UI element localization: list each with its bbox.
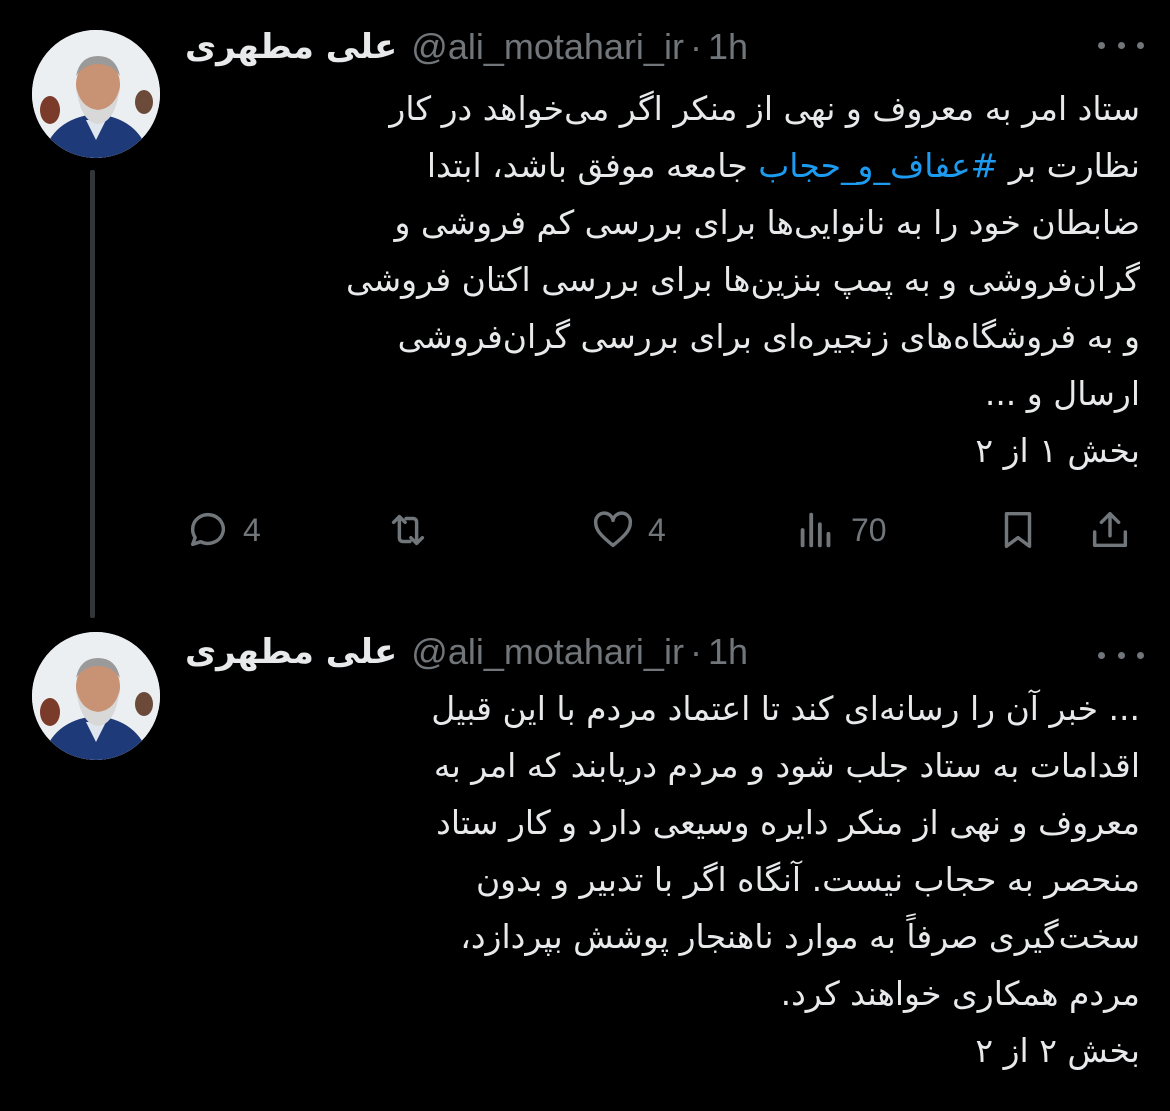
text-line: منحصر به حجاب نیست. آنگاه اگر با تدبیر و… — [475, 860, 1140, 899]
hashtag-link[interactable]: #عفاف_و_حجاب — [758, 146, 998, 185]
text-line: و به فروشگاه‌های زنجیره‌ای برای بررسی گر… — [397, 317, 1140, 356]
more-icon[interactable] — [1098, 640, 1144, 670]
text-line: ارسال و ... — [984, 374, 1140, 413]
repost-icon — [391, 514, 425, 546]
text-line: مردم همکاری خواهند کرد. — [780, 974, 1140, 1013]
author-name[interactable]: علی مطهری — [185, 27, 397, 67]
text-line: بخش ۲ از ۲ — [975, 1031, 1140, 1070]
timestamp[interactable]: 1h — [708, 26, 748, 68]
text-line: نظارت بر #عفاف_و_حجاب جامعه موفق باشد، ا… — [185, 137, 1140, 194]
share-icon — [1092, 511, 1128, 548]
views-icon — [800, 512, 831, 548]
bookmark-icon — [1004, 511, 1032, 549]
like-button[interactable]: 4 — [590, 495, 666, 565]
text-line: سخت‌گیری صرفاً به موارد ناهنجار پوشش بپر… — [460, 917, 1140, 956]
more-icon[interactable] — [1098, 30, 1144, 60]
view-count: 70 — [851, 511, 887, 548]
tweet-header: علی مطهری @ali_motahari_ir · 1h — [185, 25, 1050, 69]
action-bar: 4 4 70 — [185, 495, 1140, 565]
tweet-header: علی مطهری @ali_motahari_ir · 1h — [185, 630, 1050, 674]
text-fragment: نظارت بر — [1008, 146, 1140, 185]
reply-icon — [190, 513, 226, 547]
author-handle[interactable]: @ali_motahari_ir — [411, 26, 684, 68]
text-fragment: جامعه موفق باشد، ابتدا — [426, 146, 748, 185]
tweet-text: ... خبر آن را رسانه‌ای کند تا اعتماد مرد… — [185, 680, 1140, 1079]
bookmark-button[interactable] — [995, 495, 1041, 565]
like-icon — [593, 511, 633, 548]
avatar[interactable] — [32, 30, 160, 158]
reply-button[interactable]: 4 — [185, 495, 261, 565]
share-button[interactable] — [1087, 495, 1133, 565]
author-handle[interactable]: @ali_motahari_ir — [411, 631, 684, 673]
separator-dot: · — [689, 631, 702, 672]
text-line: ستاد امر به معروف و نهی از منکر اگر می‌خ… — [389, 89, 1140, 128]
tweet-text: ستاد امر به معروف و نهی از منکر اگر می‌خ… — [185, 80, 1140, 479]
text-line: ضابطان خود را به نانوایی‌ها برای بررسی ک… — [394, 203, 1141, 242]
avatar[interactable] — [32, 632, 160, 760]
reply-count: 4 — [243, 511, 261, 548]
repost-button[interactable] — [385, 495, 443, 565]
separator-dot: · — [689, 26, 702, 67]
text-line: ... خبر آن را رسانه‌ای کند تا اعتماد مرد… — [431, 689, 1140, 728]
text-line: معروف و نهی از منکر دایره وسیعی دارد و ک… — [436, 803, 1140, 842]
like-count: 4 — [648, 511, 666, 548]
text-line: اقدامات به ستاد جلب شود و مردم دریابند ک… — [433, 746, 1140, 785]
views-button[interactable]: 70 — [793, 495, 887, 565]
timestamp[interactable]: 1h — [708, 631, 748, 673]
tweet[interactable]: علی مطهری @ali_motahari_ir · 1h ستاد امر… — [0, 0, 1170, 618]
text-line: بخش ۱ از ۲ — [975, 431, 1140, 470]
text-line: گران‌فروشی و به پمپ بنزین‌ها برای بررسی … — [346, 260, 1140, 299]
thread-connector — [90, 170, 95, 618]
author-name[interactable]: علی مطهری — [185, 632, 397, 672]
